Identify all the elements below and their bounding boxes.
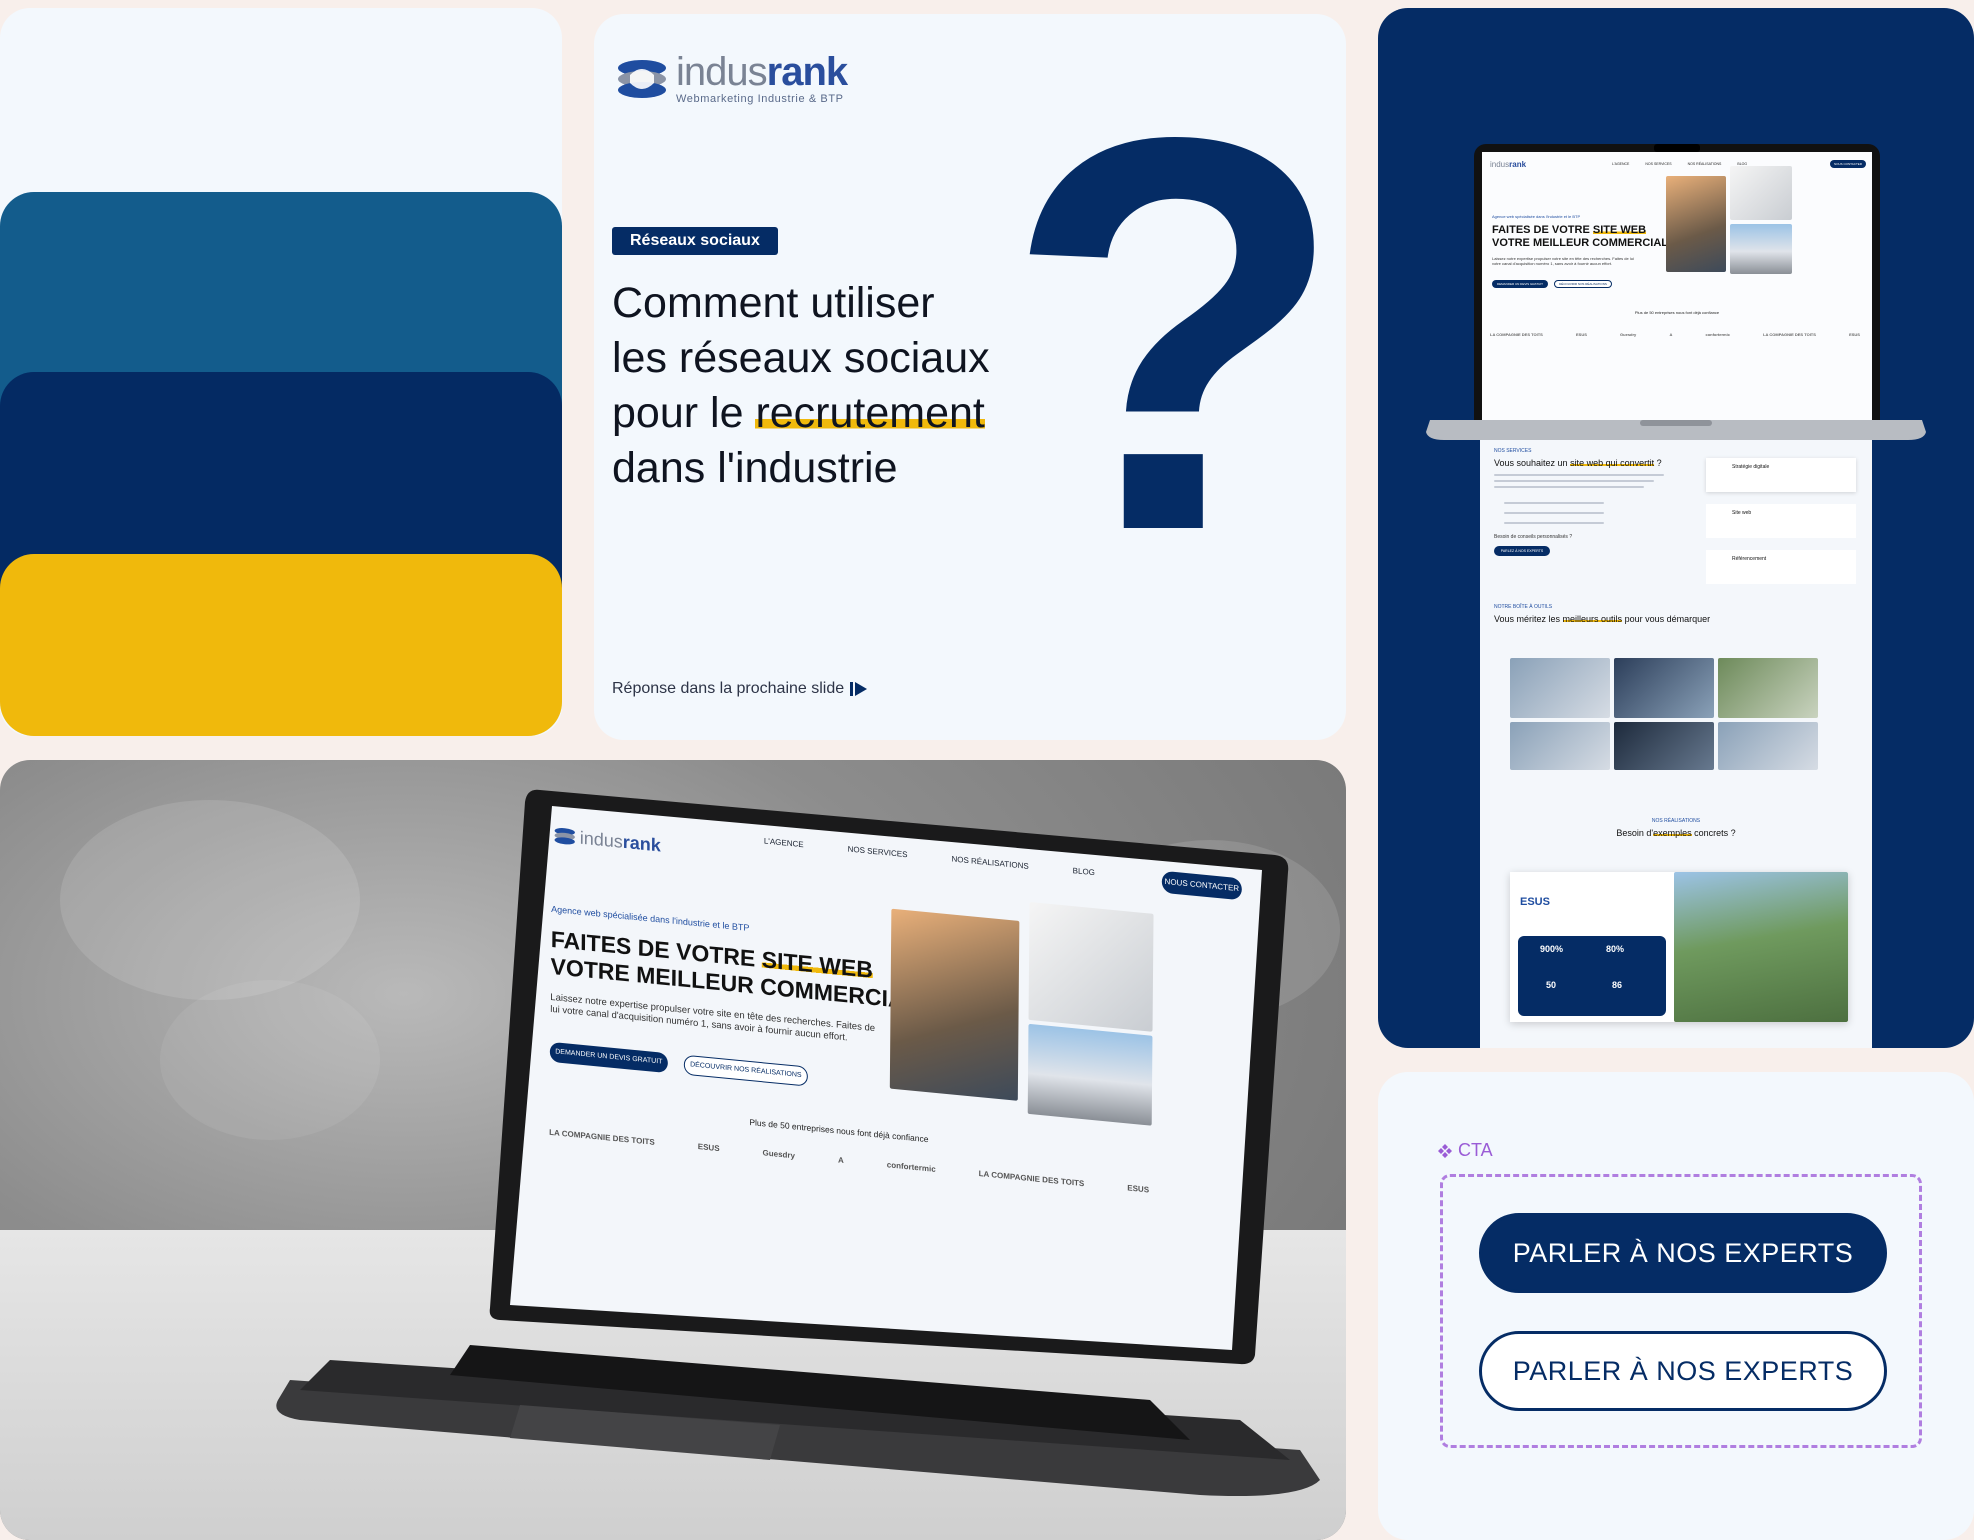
client-logo: LA COMPAGNIE DES TOITS: [978, 1169, 1085, 1189]
cta-label: CTA: [1438, 1140, 1493, 1161]
case-study-card[interactable]: ESUS 900% 80% 50 86: [1510, 872, 1848, 1022]
workers-photo: [1666, 176, 1726, 272]
component-icon: [1438, 1143, 1452, 1158]
examples-highlight: exemples: [1653, 828, 1692, 838]
tool-tile[interactable]: [1510, 658, 1610, 718]
case-stat: 50: [1546, 980, 1557, 990]
client-logo: A: [837, 1155, 844, 1166]
warehouse-photo: [1730, 224, 1792, 274]
cta-component-card: CTA PARLER À NOS EXPERTS PARLER À NOS EX…: [1378, 1072, 1974, 1540]
contact-button[interactable]: NOUS CONTACTER: [1161, 870, 1242, 901]
laptop-screen: indusrank L'AGENCE NOS SERVICES NOS RÉAL…: [548, 806, 1252, 1373]
laptop-screen: indusrank L'AGENCE NOS SERVICES NOS RÉALIS…: [1482, 152, 1872, 422]
case-aerial-photo: [1674, 872, 1848, 1022]
service-card[interactable]: Stratégie digitale: [1706, 458, 1856, 492]
trust-line: Plus de 50 entreprises nous font déjà co…: [1634, 310, 1720, 315]
swatch-yellow: [0, 554, 562, 736]
warehouse-photo: [1027, 1023, 1153, 1126]
logo-mark-icon: [618, 59, 666, 98]
tool-tile[interactable]: [1614, 722, 1714, 770]
case-stat: 86: [1612, 980, 1623, 990]
portfolio-button[interactable]: DÉCOUVRIR NOS RÉALISATIONS: [1554, 280, 1612, 288]
contact-button[interactable]: NOUS CONTACTER: [1830, 160, 1866, 168]
blueprint-photo: [1730, 166, 1792, 220]
hero-body: Laissez notre expertise propulser votre …: [1492, 256, 1634, 266]
talk-to-experts-button-secondary[interactable]: PARLER À NOS EXPERTS: [1479, 1331, 1887, 1411]
screen-logo: indusrank: [1490, 160, 1527, 169]
case-stats-panel: 900% 80% 50 86: [1518, 936, 1666, 1016]
services-link[interactable]: Besoin de conseils personnalisés ?: [1494, 534, 1572, 540]
blueprint-photo: [1028, 901, 1154, 1032]
trust-line: Plus de 50 entreprises nous font déjà co…: [749, 1117, 929, 1145]
brand-name-part2: rank: [622, 831, 661, 855]
nav-blog[interactable]: BLOG: [1073, 866, 1095, 877]
category-tag: Réseaux sociaux: [612, 227, 778, 255]
question-mark-graphic: ?: [1004, 21, 1346, 647]
cta-frame: PARLER À NOS EXPERTS PARLER À NOS EXPERT…: [1440, 1174, 1922, 1448]
services-button[interactable]: PARLEZ À NOS EXPERTS: [1494, 546, 1550, 556]
social-slide-card: indusrank Webmarketing Industrie & BTP R…: [594, 14, 1346, 740]
tool-tile[interactable]: [1718, 658, 1818, 718]
client-logo: ESUS: [697, 1142, 720, 1154]
title-line-3: pour le: [612, 389, 756, 437]
client-logo-strip: LA COMPAGNIE DES TOITS ESUS Guesdry Aconfor…: [1490, 332, 1860, 337]
client-logo: Guesdry: [762, 1148, 796, 1161]
tool-tile[interactable]: [1718, 722, 1818, 770]
client-logo: confortermic: [886, 1160, 936, 1174]
title-highlight: recrutement: [755, 389, 985, 437]
services-highlight: site web qui convertit: [1570, 458, 1655, 468]
website-mockup-card: NOS SERVICES Vous souhaitez un site web …: [1378, 8, 1974, 1048]
hero-title: FAITES DE VOTRE SITE WEB VOTRE MEILLEUR …: [1492, 224, 1668, 249]
client-logo: LA COMPAGNIE DES TOITS: [549, 1127, 655, 1147]
examples-eyebrow: NOS RÉALISATIONS: [1651, 818, 1701, 824]
nav-realisations[interactable]: NOS RÉALISATIONS: [951, 854, 1028, 870]
case-stat: 900%: [1540, 944, 1564, 954]
tools-eyebrow: NOTRE BOÎTE À OUTILS: [1494, 604, 1553, 610]
brand-name-part1: indus: [579, 827, 623, 852]
services-title: Vous souhaitez un site web qui convertit…: [1494, 458, 1662, 468]
color-palette-card: [0, 8, 562, 736]
tool-tile[interactable]: [1510, 722, 1610, 770]
services-eyebrow: NOS SERVICES: [1494, 448, 1532, 454]
case-stat: 80%: [1606, 944, 1625, 954]
brand-logo: indusrank Webmarketing Industrie & BTP: [616, 50, 848, 105]
brand-name-part1: indus: [676, 50, 768, 94]
brand-tagline: Webmarketing Industrie & BTP: [676, 93, 844, 105]
screen-logo: indusrank: [554, 824, 661, 856]
service-card[interactable]: Site web: [1706, 504, 1856, 538]
tools-highlight: meilleurs outils: [1562, 614, 1623, 624]
slide-footer: Réponse dans la prochaine slide: [612, 680, 868, 698]
client-logo-strip: LA COMPAGNIE DES TOITS ESUS Guesdry A co…: [549, 1128, 1149, 1195]
case-brand: ESUS: [1520, 896, 1550, 908]
nav-services[interactable]: NOS SERVICES: [848, 844, 908, 859]
logo-mark-icon: [554, 828, 575, 845]
cta-label-text: CTA: [1458, 1140, 1493, 1160]
brand-name-part2: rank: [766, 50, 848, 94]
talk-to-experts-button-primary[interactable]: PARLER À NOS EXPERTS: [1479, 1213, 1887, 1293]
workers-photo: [889, 908, 1020, 1101]
service-card[interactable]: Référencement: [1706, 550, 1856, 584]
examples-title: Besoin d'exemples concrets ?: [1616, 828, 1736, 838]
tools-title: Vous méritez les meilleurs outils pour v…: [1494, 614, 1711, 624]
quote-button[interactable]: DEMANDER UN DEVIS GRATUIT: [1492, 280, 1548, 288]
laptop-photo-card: indusrank L'AGENCE NOS SERVICES NOS RÉAL…: [0, 760, 1346, 1540]
portfolio-button[interactable]: DÉCOUVRIR NOS RÉALISATIONS: [683, 1054, 808, 1087]
quote-button[interactable]: DEMANDER UN DEVIS GRATUIT: [549, 1041, 668, 1074]
hero-eyebrow: Agence web spécialisée dans l'industrie …: [1492, 214, 1581, 219]
tool-tile[interactable]: [1614, 658, 1714, 718]
site-nav: L'AGENCE NOS SERVICES NOS RÉALISATIONS BLOG: [1612, 162, 1748, 166]
client-logo: ESUS: [1127, 1183, 1150, 1195]
nav-agence[interactable]: L'AGENCE: [764, 836, 804, 849]
next-slide-icon: [850, 682, 868, 696]
footer-text: Réponse dans la prochaine slide: [612, 680, 845, 697]
